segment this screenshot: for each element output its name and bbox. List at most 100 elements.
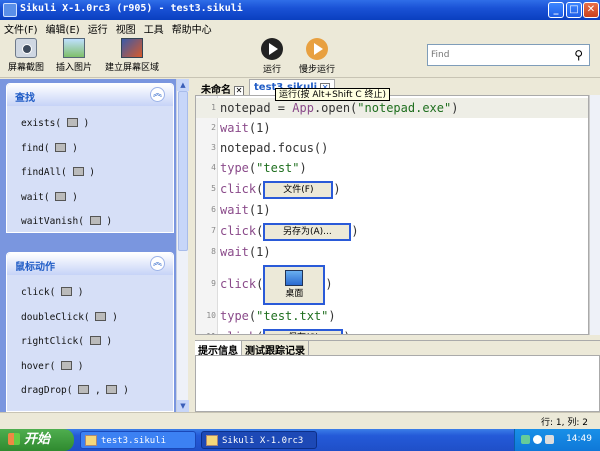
- region-icon: [121, 38, 143, 58]
- line-number: 8: [211, 247, 216, 256]
- menu-run[interactable]: 运行: [84, 20, 112, 37]
- task-sikuli[interactable]: Sikuli X-1.0rc3 ...: [201, 431, 317, 449]
- captured-image[interactable]: 桌面: [263, 264, 326, 305]
- code-line[interactable]: 1 notepad = App.open("notepad.exe"): [196, 98, 588, 118]
- code-text: type("test"): [220, 161, 307, 175]
- code-line[interactable]: 11 click(保存(S)): [196, 326, 588, 334]
- menu-view[interactable]: 视图: [112, 20, 140, 37]
- line-number: 4: [211, 163, 216, 172]
- line-number: 11: [196, 326, 216, 334]
- code-text: click(另存为(A)...): [220, 220, 359, 242]
- cmd-find[interactable]: find( ): [7, 137, 173, 162]
- code-editor[interactable]: 1 notepad = App.open("notepad.exe") 2 wait(…: [195, 95, 589, 335]
- region-button[interactable]: 建立屏幕区域: [104, 38, 160, 73]
- cmd-click[interactable]: click( ): [7, 281, 173, 306]
- slow-play-icon: [306, 38, 328, 60]
- folder-icon: [85, 435, 97, 446]
- scroll-down-arrow[interactable]: ▼: [177, 400, 189, 412]
- scroll-up-arrow[interactable]: ▲: [177, 79, 189, 91]
- sidebar-scrollbar[interactable]: ▲ ▼: [176, 79, 189, 412]
- taskbar: 开始 test3.sikuli Sikuli X-1.0rc3 ... 14:4…: [0, 429, 600, 451]
- cmd-waitvanish[interactable]: waitVanish( ): [7, 210, 173, 235]
- line-number: 6: [211, 205, 216, 214]
- title-bar: Sikuli X-1.0rc3 (r905) - test3.sikuli _ …: [0, 0, 600, 20]
- status-bar: 行: 1, 列: 2: [0, 412, 600, 429]
- code-line[interactable]: 8 wait(1): [196, 242, 588, 262]
- clock: 14:49: [566, 434, 592, 444]
- camera-icon: [55, 142, 67, 152]
- code-text: click(保存(S)): [220, 326, 351, 334]
- toolbar: 屏幕截图 插入图片 建立屏幕区域 运行 慢步运行 ⚲: [0, 36, 600, 78]
- find-box: ⚲: [427, 44, 590, 66]
- menu-file[interactable]: 文件(F): [0, 20, 42, 37]
- help-icon[interactable]: [533, 435, 542, 444]
- cursor-position: 行: 1, 列: 2: [541, 418, 588, 428]
- system-tray: 14:49: [514, 429, 600, 451]
- captured-image[interactable]: 保存(S): [263, 328, 344, 334]
- code-line[interactable]: 9 click(桌面): [196, 262, 588, 306]
- camera-icon: [61, 287, 73, 296]
- menu-edit[interactable]: 编辑(E): [42, 20, 84, 37]
- captured-image[interactable]: 文件(F): [263, 180, 334, 199]
- find-input[interactable]: [431, 46, 566, 64]
- camera-icon: [89, 216, 101, 225]
- volume-icon[interactable]: [545, 435, 554, 444]
- collapse-icon[interactable]: ︽: [150, 256, 165, 271]
- run-button[interactable]: 运行: [258, 38, 286, 75]
- network-icon[interactable]: [521, 435, 530, 444]
- output-pane[interactable]: [195, 355, 600, 412]
- code-line[interactable]: 6 wait(1): [196, 200, 588, 220]
- captured-image[interactable]: 另存为(A)...: [263, 222, 352, 241]
- cmd-hover[interactable]: hover( ): [7, 355, 173, 380]
- line-number: 2: [211, 123, 216, 132]
- cmd-wait[interactable]: wait( ): [7, 186, 173, 211]
- start-button[interactable]: 开始: [0, 429, 74, 451]
- mouse-group-header[interactable]: 鼠标动作 ︽: [7, 253, 173, 275]
- camera-icon: [95, 311, 107, 321]
- cmd-findall[interactable]: findAll( ): [7, 161, 173, 186]
- windows-flag-icon: [8, 433, 20, 445]
- menu-tools[interactable]: 工具: [140, 20, 168, 37]
- code-line[interactable]: 10 type("test.txt"): [196, 306, 588, 326]
- maximize-button[interactable]: □: [566, 2, 582, 18]
- camera-icon: [89, 336, 101, 345]
- line-number: 1: [211, 103, 216, 112]
- editor-scrollbar[interactable]: [589, 95, 600, 335]
- cmd-rightclick[interactable]: rightClick( ): [7, 330, 173, 355]
- find-group: 查找 ︽ exists( ) find( ) findAll( ) wait( …: [6, 83, 174, 233]
- code-line[interactable]: 2 wait(1): [196, 118, 588, 138]
- tab-untitled[interactable]: 未命名 ✕: [197, 79, 248, 96]
- command-sidebar: 查找 ︽ exists( ) find( ) findAll( ) wait( …: [0, 79, 189, 412]
- search-icon[interactable]: ⚲: [574, 48, 583, 62]
- task-test3[interactable]: test3.sikuli: [80, 431, 196, 449]
- slow-run-button[interactable]: 慢步运行: [298, 38, 336, 75]
- code-text: wait(1): [220, 121, 271, 135]
- code-text: wait(1): [220, 203, 271, 217]
- app-icon: [3, 3, 17, 17]
- capture-button[interactable]: 屏幕截图: [6, 38, 46, 73]
- play-icon: [261, 38, 283, 60]
- menu-help[interactable]: 帮助中心: [168, 20, 216, 37]
- code-text: notepad.focus(): [220, 141, 329, 155]
- cmd-exists[interactable]: exists( ): [7, 112, 173, 137]
- camera-icon: [106, 385, 118, 394]
- code-line[interactable]: 5 click(文件(F)): [196, 178, 588, 200]
- cmd-doubleclick[interactable]: doubleClick( ): [7, 306, 173, 331]
- collapse-icon[interactable]: ︽: [150, 87, 165, 102]
- find-group-header[interactable]: 查找 ︽: [7, 84, 173, 106]
- line-number: 5: [211, 184, 216, 193]
- code-line[interactable]: 7 click(另存为(A)...): [196, 220, 588, 242]
- code-line[interactable]: 3 notepad.focus(): [196, 138, 588, 158]
- code-line[interactable]: 4 type("test"): [196, 158, 588, 178]
- line-number: 10: [206, 311, 216, 320]
- mouse-group: 鼠标动作 ︽ click( ) doubleClick( ) rightClic…: [6, 252, 174, 412]
- code-text: wait(1): [220, 245, 271, 259]
- insert-image-button[interactable]: 插入图片: [54, 38, 94, 73]
- code-text: click(桌面): [220, 262, 333, 306]
- scroll-thumb[interactable]: [178, 91, 188, 251]
- cmd-dragdrop[interactable]: dragDrop( , ): [7, 379, 173, 404]
- close-button[interactable]: ✕: [583, 2, 599, 18]
- code-text: click(文件(F)): [220, 178, 341, 200]
- minimize-button[interactable]: _: [548, 2, 564, 18]
- editor-tabs: 未命名✕ test3.sikuli✕: [195, 79, 600, 96]
